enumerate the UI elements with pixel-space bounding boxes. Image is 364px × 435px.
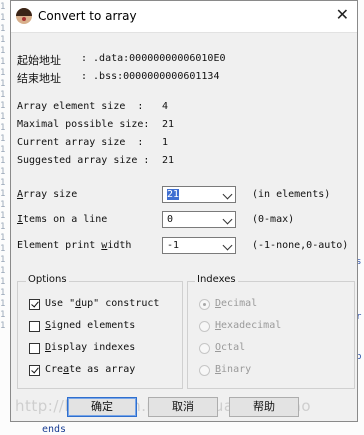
element-print-width-combo[interactable]: -1 (162, 237, 236, 254)
chevron-down-icon[interactable] (222, 214, 233, 225)
items-on-line-hint: (0-max) (252, 214, 295, 225)
octal-label[interactable]: Octal (215, 342, 245, 353)
end-address-label: 结束地址 (17, 72, 61, 85)
info-suggested-size-value: 21 (162, 155, 175, 166)
create-as-array-checkbox[interactable] (29, 365, 40, 376)
info-current-size-label: Current array size : (17, 137, 144, 148)
array-size-value[interactable]: 21 (167, 189, 180, 200)
cancel-button[interactable]: 取消 (148, 397, 218, 417)
signed-elements-checkbox[interactable] (29, 321, 40, 332)
display-indexes-label[interactable]: Display indexes (45, 342, 135, 353)
indexes-legend: Indexes (195, 274, 238, 285)
app-icon (16, 8, 32, 24)
info-element-size-label: Array element size : (17, 101, 144, 112)
display-indexes-checkbox[interactable] (29, 343, 40, 354)
background-code-text: ends (42, 424, 67, 435)
items-on-line-combo[interactable]: 0 (162, 211, 236, 228)
convert-to-array-dialog: Convert to array ✕ 起始地址 : .data:00000000… (10, 0, 358, 422)
element-print-width-hint: (-1-none,0-auto) (252, 240, 349, 251)
chevron-down-icon[interactable] (222, 240, 233, 251)
info-current-size-value: 1 (162, 137, 169, 148)
hexadecimal-label[interactable]: Hexadecimal (215, 320, 281, 331)
help-button[interactable]: 帮助 (229, 397, 299, 417)
dup-construct-label[interactable]: Use "dup" construct (45, 298, 159, 309)
end-address-value: : .bss:0000000000601134 (81, 71, 220, 82)
indexes-group (187, 281, 355, 389)
signed-elements-label[interactable]: Signed elements (45, 320, 135, 331)
create-as-array-label[interactable]: Create as array (45, 364, 135, 375)
array-size-combo[interactable]: 21 (162, 186, 236, 203)
info-max-size-label: Maximal possible size: (17, 119, 150, 130)
array-size-label: Array size (17, 189, 78, 200)
chevron-down-icon[interactable] (222, 189, 233, 200)
title-bar[interactable]: Convert to array ✕ (11, 1, 357, 33)
element-print-width-value[interactable]: -1 (167, 240, 179, 251)
element-print-width-label: Element print width (17, 240, 132, 251)
info-element-size-value: 4 (162, 101, 169, 112)
dup-construct-checkbox[interactable] (29, 299, 40, 310)
hexadecimal-radio[interactable] (199, 321, 210, 332)
options-legend: Options (26, 274, 69, 285)
info-max-size-value: 21 (162, 119, 175, 130)
decimal-radio[interactable] (199, 299, 210, 310)
info-suggested-size-label: Suggested array size : (17, 155, 150, 166)
start-address-label: 起始地址 (17, 54, 61, 67)
binary-label[interactable]: Binary (215, 364, 251, 375)
ok-button[interactable]: 确定 (67, 397, 137, 417)
dialog-title: Convert to array (38, 9, 137, 23)
decimal-label[interactable]: Decimal (215, 298, 257, 309)
start-address-value: : .data:00000000006010E0 (81, 53, 226, 64)
items-on-line-value[interactable]: 0 (167, 214, 173, 225)
items-on-line-label: Items on a line (17, 214, 108, 225)
binary-radio[interactable] (199, 365, 210, 376)
close-icon[interactable]: ✕ (336, 5, 349, 24)
array-size-hint: (in elements) (252, 189, 331, 200)
octal-radio[interactable] (199, 343, 210, 354)
background-line-gutter: 111111111111111111111111111111 (0, 2, 6, 331)
